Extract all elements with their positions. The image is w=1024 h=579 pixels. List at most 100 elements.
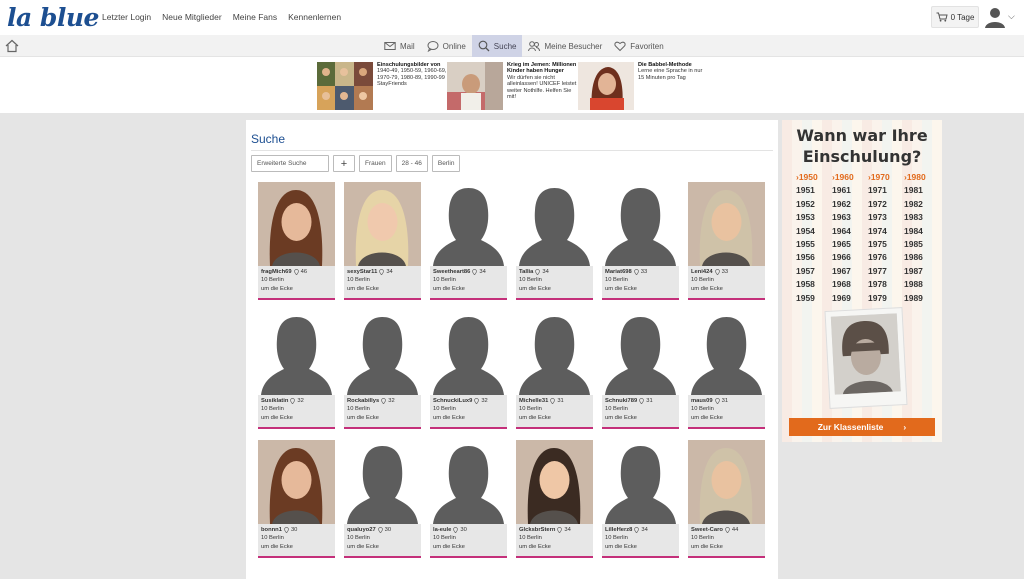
profile-card[interactable]: maus09 31 10 Berlin um die Ecke <box>688 311 765 429</box>
year-link[interactable]: 1975 <box>868 239 904 249</box>
year-link[interactable]: 1957 <box>796 266 832 276</box>
year-link[interactable]: 1974 <box>868 226 904 236</box>
year-link[interactable]: 1965 <box>832 239 868 249</box>
profile-info: Sweet-Caro 44 10 Berlin um die Ecke <box>688 524 765 558</box>
year-link[interactable]: 1981 <box>904 185 940 195</box>
year-link[interactable]: 1973 <box>868 212 904 222</box>
year-link[interactable]: 1967 <box>832 266 868 276</box>
profile-card[interactable]: sexyStar11 34 10 Berlin um die Ecke <box>344 182 421 300</box>
location-pin-icon <box>472 269 478 276</box>
ad-unicef[interactable]: Krieg im Jemen: Millionen Kinder haben H… <box>447 62 577 110</box>
tab-search[interactable]: Suche <box>471 35 523 57</box>
year-link[interactable]: 1984 <box>904 226 940 236</box>
year-link[interactable]: 1988 <box>904 279 940 289</box>
top-nav: Letzter Login Neue Mitglieder Meine Fans… <box>102 12 341 22</box>
profile-card[interactable]: bonnn1 30 10 Berlin um die Ecke <box>258 440 335 558</box>
year-link[interactable]: 1972 <box>868 199 904 209</box>
nav-my-fans[interactable]: Meine Fans <box>233 12 277 22</box>
year-link[interactable]: 1953 <box>796 212 832 222</box>
location-pin-icon <box>639 398 645 405</box>
year-link[interactable]: 1954 <box>796 226 832 236</box>
user-avatar-icon[interactable] <box>984 6 1006 28</box>
nav-last-login[interactable]: Letzter Login <box>102 12 151 22</box>
sub-nav-bar: Mail Online Suche Meine Besucher Favorit… <box>0 35 1024 57</box>
year-link[interactable]: 1986 <box>904 252 940 262</box>
profile-card[interactable]: Sweetheart86 34 10 Berlin um die Ecke <box>430 182 507 300</box>
filter-city[interactable]: Berlin <box>431 155 461 172</box>
year-link[interactable]: 1979 <box>868 293 904 303</box>
logo[interactable]: la blue <box>7 3 99 32</box>
tab-visitors[interactable]: Meine Besucher <box>522 35 608 57</box>
profile-card[interactable]: Tallia 34 10 Berlin um die Ecke <box>516 182 593 300</box>
profile-placeholder-silhouette <box>602 311 679 395</box>
year-link[interactable]: 1983 <box>904 212 940 222</box>
year-link[interactable]: 1962 <box>832 199 868 209</box>
year-link[interactable]: 1989 <box>904 293 940 303</box>
decade-link[interactable]: ›1950 <box>796 172 832 182</box>
nav-new-members[interactable]: Neue Mitglieder <box>162 12 222 22</box>
year-link[interactable]: 1976 <box>868 252 904 262</box>
year-link[interactable]: 1969 <box>832 293 868 303</box>
year-link[interactable]: 1951 <box>796 185 832 195</box>
year-link[interactable]: 1963 <box>832 212 868 222</box>
chevron-down-icon[interactable]: ⌵ <box>1008 11 1015 22</box>
year-link[interactable]: 1978 <box>868 279 904 289</box>
profile-note: um die Ecke <box>691 285 723 292</box>
decade-link[interactable]: ›1980 <box>904 172 940 182</box>
profile-card[interactable]: fragMich69 46 10 Berlin um die Ecke <box>258 182 335 300</box>
year-link[interactable]: 1982 <box>904 199 940 209</box>
profile-distance: 10 Berlin <box>691 277 714 284</box>
location-pin-icon <box>550 398 556 405</box>
profile-card[interactable]: Leni424 33 10 Berlin um die Ecke <box>688 182 765 300</box>
year-link[interactable]: 1952 <box>796 199 832 209</box>
stayfriends-ad[interactable]: Wann war Ihre Einschulung? ›1950 ›1960 ›19… <box>782 120 942 442</box>
year-link[interactable]: 1985 <box>904 239 940 249</box>
year-link[interactable]: 1987 <box>904 266 940 276</box>
profile-card[interactable]: qualuyo27 30 10 Berlin um die Ecke <box>344 440 421 558</box>
year-link[interactable]: 1958 <box>796 279 832 289</box>
profile-placeholder-silhouette <box>602 182 679 266</box>
year-link[interactable]: 1968 <box>832 279 868 289</box>
profile-distance: 10 Berlin <box>691 406 714 413</box>
add-filter-button[interactable]: + <box>333 155 355 172</box>
tab-favorites[interactable]: Favoriten <box>608 35 669 57</box>
profile-card[interactable]: Rockabillys 32 10 Berlin um die Ecke <box>344 311 421 429</box>
year-link[interactable]: 1959 <box>796 293 832 303</box>
class-list-button[interactable]: Zur Klassenliste › <box>789 418 935 436</box>
filter-gender[interactable]: Frauen <box>359 155 392 172</box>
profile-photo <box>516 440 593 524</box>
profile-name-row: GlcksbrStern 34 <box>519 526 590 534</box>
profile-card[interactable]: LilleHerz8 34 10 Berlin um die Ecke <box>602 440 679 558</box>
year-link[interactable]: 1961 <box>832 185 868 195</box>
profile-name: GlcksbrStern <box>519 527 556 533</box>
tab-online[interactable]: Online <box>421 35 472 57</box>
profile-card[interactable]: SchnuckiLux9 32 10 Berlin um die Ecke <box>430 311 507 429</box>
profile-card[interactable]: la-eule 30 10 Berlin um die Ecke <box>430 440 507 558</box>
profile-card[interactable]: Susiklatin 32 10 Berlin um die Ecke <box>258 311 335 429</box>
decade-link[interactable]: ›1970 <box>868 172 904 182</box>
year-link[interactable]: 1971 <box>868 185 904 195</box>
year-link[interactable]: 1966 <box>832 252 868 262</box>
ad-school-photos[interactable]: Einschulungsbilder von 1940-49, 1950-59, … <box>317 62 447 110</box>
profile-card[interactable]: Sweet-Caro 44 10 Berlin um die Ecke <box>688 440 765 558</box>
nav-get-to-know[interactable]: Kennenlernen <box>288 12 341 22</box>
filter-age-range[interactable]: 28 - 46 <box>395 155 428 172</box>
profile-card[interactable]: Michelle31 31 10 Berlin um die Ecke <box>516 311 593 429</box>
home-icon[interactable] <box>5 39 19 53</box>
profile-photo <box>258 440 335 524</box>
profile-name-row: maus09 31 <box>691 397 762 405</box>
advanced-search-button[interactable]: Erweiterte Suche <box>251 155 329 172</box>
profile-card[interactable]: Schnuki789 31 10 Berlin um die Ecke <box>602 311 679 429</box>
profile-card[interactable]: Mariat698 33 10 Berlin um die Ecke <box>602 182 679 300</box>
year-link[interactable]: 1955 <box>796 239 832 249</box>
profile-card[interactable]: GlcksbrStern 34 10 Berlin um die Ecke <box>516 440 593 558</box>
days-button[interactable]: 0 Tage <box>931 6 979 28</box>
profile-name: sexyStar11 <box>347 269 378 275</box>
year-link[interactable]: 1956 <box>796 252 832 262</box>
ad-babbel[interactable]: Die Babbel-Methode Lerne eine Sprache in … <box>578 62 708 110</box>
year-link[interactable]: 1964 <box>832 226 868 236</box>
year-link[interactable]: 1977 <box>868 266 904 276</box>
profile-placeholder-silhouette <box>688 311 765 395</box>
tab-mail[interactable]: Mail <box>378 35 421 57</box>
decade-link[interactable]: ›1960 <box>832 172 868 182</box>
